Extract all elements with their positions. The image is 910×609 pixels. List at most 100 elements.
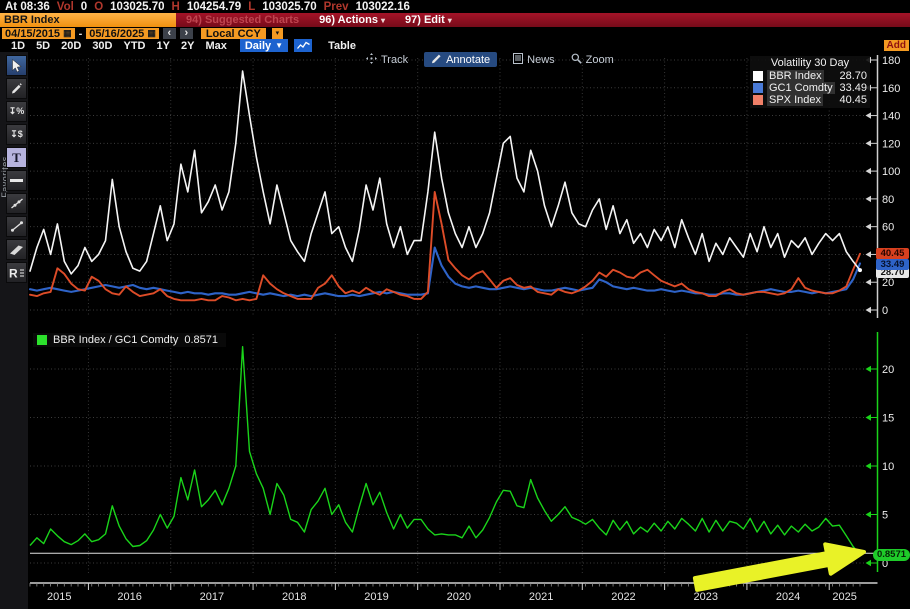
draw-annotation-tool[interactable] bbox=[6, 78, 27, 99]
price-retracement-tool[interactable]: ↧$ bbox=[6, 124, 27, 145]
period-tab-1d[interactable]: 1D bbox=[11, 40, 25, 52]
frequency-dropdown[interactable]: Daily ▼ bbox=[240, 39, 288, 52]
table-button[interactable]: Table bbox=[328, 40, 356, 52]
chevron-down-icon: ▼ bbox=[275, 41, 283, 50]
chart-type-button[interactable] bbox=[294, 39, 312, 52]
y-tick-label: 80 bbox=[882, 194, 894, 206]
ratio-last-value-badge: 0.8571 bbox=[873, 549, 910, 561]
ratio-series-swatch[interactable] bbox=[37, 335, 47, 345]
period-tab-2y[interactable]: 2Y bbox=[181, 40, 194, 52]
y-tick-label: 160 bbox=[882, 83, 900, 95]
news-icon bbox=[513, 53, 523, 67]
bloomberg-chart-window: At 08:36Vol0O103025.70H104254.79L103025.… bbox=[0, 0, 910, 609]
horizontal-line-tool[interactable] bbox=[6, 170, 27, 191]
legend-item-spx-index[interactable]: SPX Index40.45 bbox=[753, 94, 867, 106]
bbr-last-point bbox=[858, 268, 862, 272]
date-separator: - bbox=[79, 28, 83, 40]
drawing-toolbar: Favorites ↧%↧$TR bbox=[0, 52, 28, 609]
y-tick-label: 5 bbox=[882, 510, 888, 522]
x-axis-year-label: 2019 bbox=[364, 591, 388, 603]
cursor-tool[interactable] bbox=[6, 55, 27, 76]
ray-line-tool[interactable] bbox=[6, 216, 27, 237]
text-tool-icon: T bbox=[12, 150, 21, 166]
trend-line-tool[interactable] bbox=[6, 193, 27, 214]
legend-item-gc1-comdty[interactable]: GC1 Comdty 33.49 bbox=[753, 82, 867, 94]
x-axis-year-label: 2022 bbox=[611, 591, 635, 603]
y-tick-label: 20 bbox=[882, 277, 894, 289]
menu-94-suggested-charts[interactable]: 94) Suggested Charts bbox=[186, 14, 299, 26]
percent-retracement-tool[interactable]: ↧% bbox=[6, 101, 27, 122]
chart-toolbar-track[interactable]: Track bbox=[366, 52, 408, 67]
menu-label: 96) Actions bbox=[319, 14, 378, 26]
period-tab-20d[interactable]: 20D bbox=[61, 40, 81, 52]
ratio-legend-value: 0.8571 bbox=[184, 334, 218, 346]
x-axis-year-label: 2017 bbox=[200, 591, 224, 603]
gc1-last-value-badge: 33.49 bbox=[876, 259, 909, 270]
calendar-icon[interactable]: ▦ bbox=[147, 29, 156, 38]
chart-toolbar-annotate[interactable]: Annotate bbox=[424, 52, 497, 67]
add-button[interactable]: Add bbox=[884, 40, 909, 51]
series-swatch bbox=[753, 71, 763, 81]
menu-96-actions[interactable]: 96) Actions▾ bbox=[319, 14, 385, 26]
chart-toolbar-label: Track bbox=[381, 54, 408, 66]
line-chart-icon bbox=[297, 41, 310, 50]
ratio-legend: BBR Index / GC1 Comdty 0.8571 bbox=[33, 333, 226, 347]
chart-toolbar-zoom[interactable]: Zoom bbox=[571, 52, 614, 67]
quote-segment: 104254.79 bbox=[187, 1, 241, 13]
chevron-down-icon: ▾ bbox=[381, 16, 385, 25]
cursor-icon bbox=[11, 59, 23, 73]
legend-item-value: 28.70 bbox=[839, 70, 867, 82]
tick-arrow-icon bbox=[866, 279, 872, 285]
tick-arrow-icon bbox=[866, 511, 872, 517]
quote-segment: H bbox=[172, 1, 180, 13]
quote-segment: 0 bbox=[81, 1, 87, 13]
regression-icon: R bbox=[9, 266, 25, 279]
regression-tool[interactable]: R bbox=[6, 262, 27, 283]
end-date-value: 05/16/2025 bbox=[89, 28, 144, 40]
channel-tool[interactable] bbox=[6, 239, 27, 260]
legend-item-label: GC1 Comdty bbox=[767, 82, 835, 94]
x-axis-year-label: 2024 bbox=[776, 591, 800, 603]
chart-toolbar-label: Zoom bbox=[586, 54, 614, 66]
x-axis-year-label: 2018 bbox=[282, 591, 306, 603]
period-tab-1y[interactable]: 1Y bbox=[157, 40, 170, 52]
quote-status-bar: At 08:36Vol0O103025.70H104254.79L103025.… bbox=[0, 0, 910, 13]
chart-toolbar-news[interactable]: News bbox=[513, 52, 555, 67]
chart-canvas[interactable]: 0204060801001201401601800510152020152016… bbox=[0, 52, 910, 609]
menu-97-edit[interactable]: 97) Edit▾ bbox=[405, 14, 452, 26]
period-tab-max[interactable]: Max bbox=[205, 40, 226, 52]
tick-arrow-icon bbox=[866, 196, 872, 202]
quote-segment: Vol bbox=[57, 1, 74, 13]
chevron-down-icon[interactable]: ▾ bbox=[272, 28, 283, 40]
x-axis-year-label: 2015 bbox=[47, 591, 71, 603]
tick-arrow-icon bbox=[866, 112, 872, 118]
period-tab-ytd[interactable]: YTD bbox=[124, 40, 146, 52]
svg-text:R: R bbox=[9, 267, 18, 280]
legend-item-bbr-index[interactable]: BBR Index28.70 bbox=[753, 70, 867, 82]
period-tab-5d[interactable]: 5D bbox=[36, 40, 50, 52]
legend-item-value: 33.49 bbox=[839, 82, 867, 94]
quote-segment: L bbox=[248, 1, 255, 13]
horizontal-line-icon bbox=[10, 179, 23, 182]
text-annotation-tool[interactable]: T bbox=[6, 147, 27, 168]
end-date-field[interactable]: 05/16/2025 ▦ bbox=[86, 28, 159, 40]
panel-menu: 94) Suggested Charts 96) Actions▾ 97) Edit… bbox=[176, 14, 452, 26]
y-tick-label: 60 bbox=[882, 222, 894, 234]
tick-arrow-icon bbox=[866, 223, 872, 229]
start-date-field[interactable]: 04/15/2015 ▦ bbox=[2, 28, 75, 40]
security-name-field[interactable]: BBR Index bbox=[0, 13, 176, 27]
prev-range-button[interactable]: ‹ bbox=[163, 28, 176, 40]
series-swatch bbox=[753, 83, 763, 93]
track-icon bbox=[366, 53, 377, 67]
period-tab-30d[interactable]: 30D bbox=[92, 40, 112, 52]
pencil-icon bbox=[10, 82, 23, 95]
calendar-icon[interactable]: ▦ bbox=[63, 29, 72, 38]
tick-arrow-icon bbox=[866, 366, 872, 372]
legend-title: Volatility 30 Day bbox=[753, 57, 867, 70]
frequency-value: Daily bbox=[245, 40, 271, 52]
chart-area: 0204060801001201401601800510152020152016… bbox=[0, 52, 910, 609]
next-range-button[interactable]: › bbox=[180, 28, 193, 40]
chart-toolbar-label: Annotate bbox=[446, 54, 490, 66]
y-tick-label: 10 bbox=[882, 461, 894, 473]
currency-dropdown[interactable]: Local CCY bbox=[201, 28, 266, 40]
